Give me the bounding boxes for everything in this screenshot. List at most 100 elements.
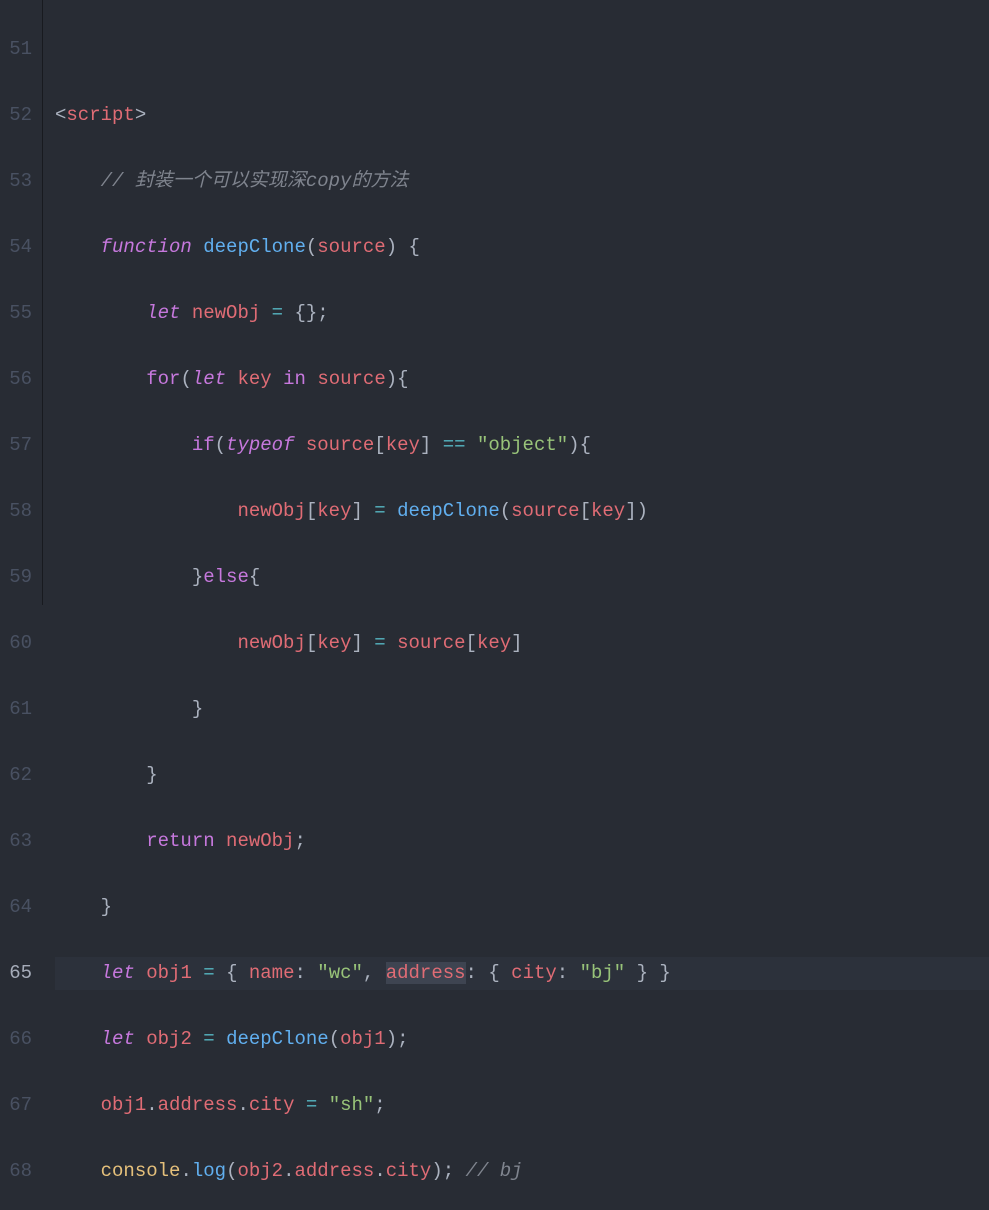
string: "wc" (317, 962, 363, 984)
keyword: typeof (226, 434, 294, 456)
variable: key (386, 434, 420, 456)
line-number: 63 (0, 825, 32, 858)
code-line[interactable]: <script> (55, 99, 989, 132)
keyword: else (203, 566, 249, 588)
paren: ) (386, 368, 397, 390)
code-line-active[interactable]: let obj1 = { name: "wc", address: { city… (55, 957, 989, 990)
brace: } (146, 764, 157, 786)
comment-text: // bj (466, 1160, 523, 1182)
keyword: return (146, 830, 214, 852)
keyword: if (192, 434, 215, 456)
code-line[interactable]: newObj[key] = source[key] (55, 627, 989, 660)
paren: ) (568, 434, 579, 456)
brace: } (637, 962, 648, 984)
code-line[interactable]: return newObj; (55, 825, 989, 858)
paren: ( (329, 1028, 340, 1050)
bracket: [ (306, 500, 317, 522)
brace: { (488, 962, 499, 984)
semicolon: ; (397, 1028, 408, 1050)
brace: } (101, 896, 112, 918)
semicolon: ; (294, 830, 305, 852)
code-line[interactable]: // 封装一个可以实现深copy的方法 (55, 165, 989, 198)
variable: key (317, 632, 351, 654)
code-line[interactable]: if(typeof source[key] == "object"){ (55, 429, 989, 462)
variable: newObj (226, 830, 294, 852)
line-number: 52 (0, 99, 32, 132)
code-line[interactable]: obj1.address.city = "sh"; (55, 1089, 989, 1122)
operator: = (374, 632, 385, 654)
brace: { (226, 962, 237, 984)
variable: source (306, 434, 374, 456)
bracket: [ (466, 632, 477, 654)
tag-bracket: < (55, 104, 66, 126)
paren: ) (637, 500, 648, 522)
function-name: deepClone (203, 236, 306, 258)
variable: source (397, 632, 465, 654)
code-line[interactable]: } (55, 891, 989, 924)
dot: . (237, 1094, 248, 1116)
paren: ( (215, 434, 226, 456)
brace: { (580, 434, 591, 456)
paren: ( (226, 1160, 237, 1182)
code-line[interactable]: } (55, 693, 989, 726)
variable: obj1 (146, 962, 192, 984)
line-number: 64 (0, 891, 32, 924)
comma: , (363, 962, 374, 984)
variable: source (511, 500, 579, 522)
line-number: 54 (0, 231, 32, 264)
variable: key (317, 500, 351, 522)
semicolon: ; (443, 1160, 454, 1182)
code-line[interactable]: console.log(obj2.address.city); // bj (55, 1155, 989, 1188)
code-line[interactable]: newObj[key] = deepClone(source[key]) (55, 495, 989, 528)
brace: } (192, 698, 203, 720)
string: "object" (477, 434, 568, 456)
line-number: 66 (0, 1023, 32, 1056)
dot: . (180, 1160, 191, 1182)
paren: ( (500, 500, 511, 522)
keyword: let (146, 302, 180, 324)
code-line[interactable]: for(let key in source){ (55, 363, 989, 396)
function-call: deepClone (226, 1028, 329, 1050)
line-number-active: 65 (0, 957, 32, 990)
line-number: 61 (0, 693, 32, 726)
code-line[interactable]: function deepClone(source) { (55, 231, 989, 264)
code-editor[interactable]: <script> // 封装一个可以实现深copy的方法 function de… (43, 0, 989, 605)
colon: : (294, 962, 305, 984)
code-line[interactable]: } (55, 759, 989, 792)
operator: = (374, 500, 385, 522)
bracket: ] (511, 632, 522, 654)
bracket: ] (351, 632, 362, 654)
line-number: 68 (0, 1155, 32, 1188)
property: city (249, 1094, 295, 1116)
variable: obj2 (146, 1028, 192, 1050)
variable: key (477, 632, 511, 654)
text-selection: address (386, 962, 466, 984)
operator: = (272, 302, 283, 324)
comment-text: // 封装一个可以实现深copy的方法 (101, 170, 409, 192)
string: "bj" (580, 962, 626, 984)
object-key: city (511, 962, 557, 984)
property: address (294, 1160, 374, 1182)
function-call: deepClone (397, 500, 500, 522)
brace: {} (294, 302, 317, 324)
code-line[interactable] (55, 33, 989, 66)
dot: . (374, 1160, 385, 1182)
string: "sh" (329, 1094, 375, 1116)
operator: == (443, 434, 466, 456)
code-line[interactable]: let newObj = {}; (55, 297, 989, 330)
code-line[interactable]: }else{ (55, 561, 989, 594)
object-key: name (249, 962, 295, 984)
html-tag: script (66, 104, 134, 126)
line-number: 60 (0, 627, 32, 660)
brace: { (397, 368, 408, 390)
property: address (158, 1094, 238, 1116)
paren: ( (306, 236, 317, 258)
line-number: 53 (0, 165, 32, 198)
argument: obj2 (237, 1160, 283, 1182)
line-number: 59 (0, 561, 32, 594)
brace: { (249, 566, 260, 588)
variable: source (317, 368, 385, 390)
line-number: 57 (0, 429, 32, 462)
bracket: [ (374, 434, 385, 456)
code-line[interactable]: let obj2 = deepClone(obj1); (55, 1023, 989, 1056)
